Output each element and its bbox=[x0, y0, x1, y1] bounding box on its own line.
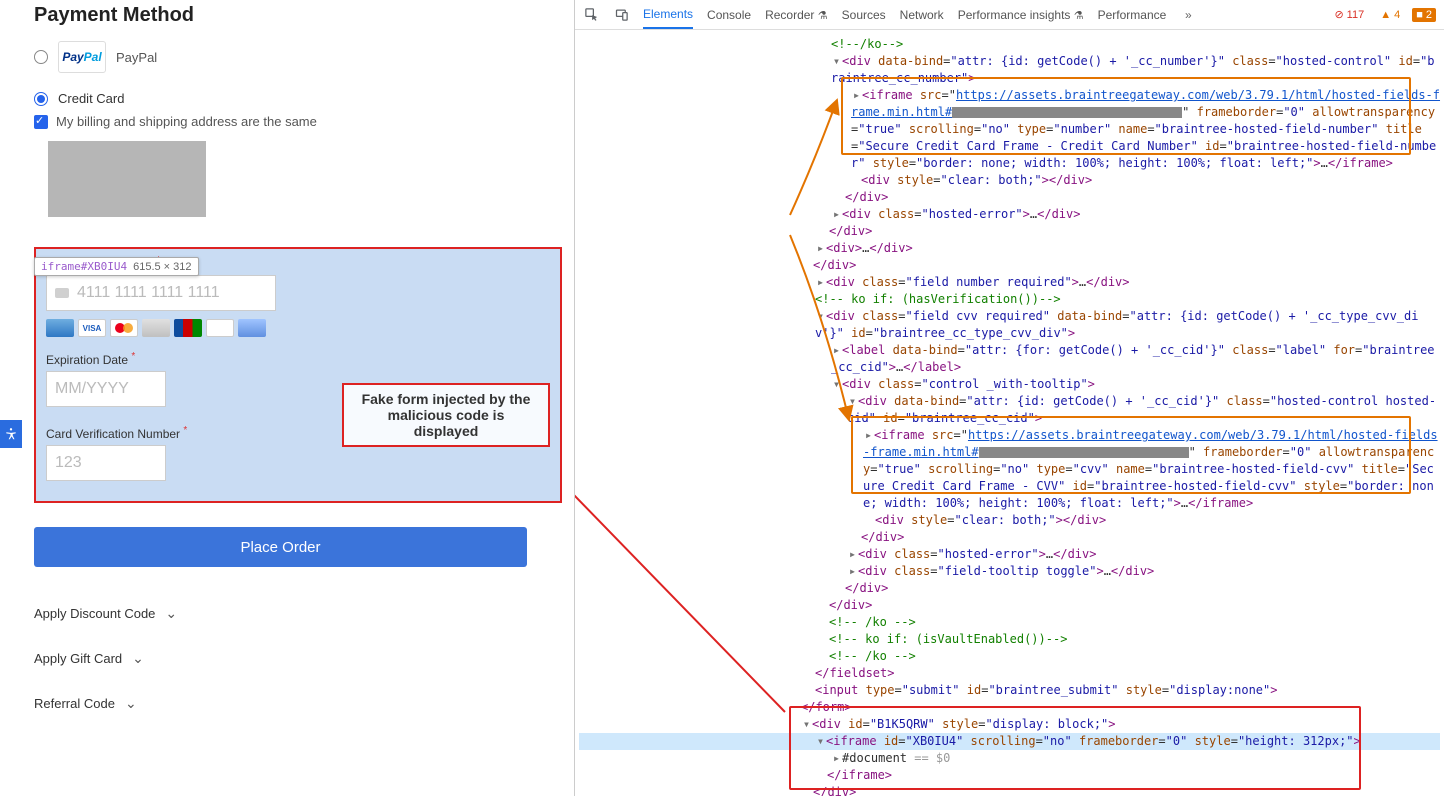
checkbox-checked-icon[interactable] bbox=[34, 115, 48, 129]
exp-placeholder: MM/YYYY bbox=[55, 380, 129, 398]
element-inspector-tooltip: iframe#XB0IU4 615.5 × 312 bbox=[34, 257, 199, 276]
dom-node[interactable]: <div style="clear: both;"></div> bbox=[875, 513, 1106, 527]
dom-close: </fieldset> bbox=[815, 666, 894, 680]
cvv-input[interactable]: 123 bbox=[46, 445, 166, 481]
discover-icon bbox=[142, 319, 170, 337]
tab-network[interactable]: Network bbox=[900, 2, 944, 28]
tab-elements[interactable]: Elements bbox=[643, 1, 693, 29]
cc-number-placeholder: 4111 1111 1111 1111 bbox=[77, 284, 220, 302]
dom-close: </div> bbox=[829, 224, 872, 238]
paypal-option[interactable]: PayPal PayPal bbox=[34, 41, 562, 73]
place-order-button[interactable]: Place Order bbox=[34, 527, 527, 567]
exp-input[interactable]: MM/YYYY bbox=[46, 371, 166, 407]
tooltip-selector: iframe#XB0IU4 bbox=[41, 260, 127, 273]
referral-toggle[interactable]: Referral Code ⌄ bbox=[34, 681, 562, 726]
fake-form-note: Fake form injected by the malicious code… bbox=[342, 383, 550, 447]
dom-close: </div> bbox=[845, 190, 888, 204]
chevron-down-icon: ⌄ bbox=[132, 650, 144, 667]
devtools-panel: Elements Console Recorder ⚗ Sources Netw… bbox=[575, 0, 1444, 796]
card-brand-icons: VISA bbox=[46, 319, 550, 337]
dom-comment: <!-- ko if: (hasVerification())--> bbox=[815, 292, 1061, 306]
dom-node[interactable]: <input type="submit" id="braintree_submi… bbox=[815, 683, 1277, 697]
devtools-issue-counts[interactable]: ⊘ 117 ▲ 4 ■ 2 bbox=[1330, 7, 1436, 22]
dom-node[interactable]: <div class="hosted-error">…</div> bbox=[858, 547, 1096, 561]
dom-comment: <!-- /ko --> bbox=[829, 649, 916, 663]
dom-tree[interactable]: <!--/ko--> ▾<div data-bind="attr: {id: g… bbox=[575, 30, 1444, 796]
expand-arrow-icon[interactable]: ▸ bbox=[847, 563, 858, 580]
address-redacted-block bbox=[48, 141, 206, 217]
card-chip-icon bbox=[55, 288, 69, 298]
chevron-down-icon: ⌄ bbox=[165, 605, 177, 622]
tab-perf-insights[interactable]: Performance insights ⚗ bbox=[958, 2, 1084, 28]
jcb-icon bbox=[174, 319, 202, 337]
referral-label: Referral Code bbox=[34, 696, 115, 711]
credit-card-option[interactable]: Credit Card bbox=[34, 91, 562, 106]
orange-highlight-box bbox=[851, 416, 1411, 494]
dom-node[interactable]: <div class="field number required">…</di… bbox=[826, 275, 1130, 289]
tab-console[interactable]: Console bbox=[707, 2, 751, 28]
dom-node[interactable]: <div class="control _with-tooltip"> bbox=[842, 377, 1095, 391]
generic-card-icon bbox=[238, 319, 266, 337]
diners-icon bbox=[206, 319, 234, 337]
tab-performance[interactable]: Performance bbox=[1098, 2, 1167, 28]
inspect-element-icon[interactable] bbox=[583, 7, 599, 23]
exp-label: Expiration Date * bbox=[46, 351, 550, 367]
orange-highlight-box bbox=[841, 77, 1411, 155]
error-count[interactable]: ⊘ 117 bbox=[1330, 7, 1368, 22]
device-toggle-icon[interactable] bbox=[613, 7, 629, 23]
cc-number-input[interactable]: 4111 1111 1111 1111 bbox=[46, 275, 276, 311]
mastercard-icon bbox=[110, 319, 138, 337]
dom-node[interactable]: <div class="hosted-error">…</div> bbox=[842, 207, 1080, 221]
billing-same-label: My billing and shipping address are the … bbox=[56, 114, 317, 129]
fake-form-highlight: Credit Card Number * 4111 1111 1111 1111… bbox=[34, 247, 562, 503]
dom-comment: <!-- /ko --> bbox=[829, 615, 916, 629]
dom-node[interactable]: <div>…</div> bbox=[826, 241, 913, 255]
tooltip-dimensions: 615.5 × 312 bbox=[133, 261, 191, 273]
paypal-logo: PayPal bbox=[58, 41, 106, 73]
dom-node[interactable]: <div class="field-tooltip toggle">…</div… bbox=[858, 564, 1154, 578]
expand-arrow-icon[interactable]: ▸ bbox=[815, 274, 826, 291]
page-title: Payment Method bbox=[34, 4, 562, 27]
giftcard-toggle[interactable]: Apply Gift Card ⌄ bbox=[34, 636, 562, 681]
dom-close: </div> bbox=[845, 581, 888, 595]
tab-recorder[interactable]: Recorder ⚗ bbox=[765, 2, 828, 28]
red-highlight-box bbox=[789, 706, 1361, 790]
billing-same-row[interactable]: My billing and shipping address are the … bbox=[34, 114, 562, 129]
dom-close: </div> bbox=[861, 530, 904, 544]
collapse-arrow-icon[interactable]: ▾ bbox=[847, 393, 858, 410]
visa-icon: VISA bbox=[78, 319, 106, 337]
dom-close: </div> bbox=[829, 598, 872, 612]
dom-comment: <!--/ko--> bbox=[831, 37, 903, 51]
dom-node[interactable]: <label data-bind="attr: {for: getCode() … bbox=[831, 343, 1435, 374]
dom-node[interactable]: <div class="field cvv required" data-bin… bbox=[815, 309, 1418, 340]
discount-label: Apply Discount Code bbox=[34, 606, 155, 621]
discount-toggle[interactable]: Apply Discount Code ⌄ bbox=[34, 591, 562, 636]
issue-count[interactable]: ■ 2 bbox=[1412, 8, 1436, 22]
dom-node[interactable]: <div style="clear: both;"></div> bbox=[861, 173, 1092, 187]
radio-unchecked-icon[interactable] bbox=[34, 50, 48, 64]
giftcard-label: Apply Gift Card bbox=[34, 651, 122, 666]
tab-sources[interactable]: Sources bbox=[842, 2, 886, 28]
accessibility-icon[interactable] bbox=[0, 420, 22, 448]
cvv-placeholder: 123 bbox=[55, 454, 82, 472]
paypal-label: PayPal bbox=[116, 50, 157, 65]
collapse-arrow-icon[interactable]: ▾ bbox=[831, 376, 842, 393]
expand-arrow-icon[interactable]: ▸ bbox=[847, 546, 858, 563]
collapse-arrow-icon[interactable]: ▾ bbox=[831, 53, 842, 70]
more-tabs-icon[interactable]: » bbox=[1180, 7, 1196, 23]
devtools-toolbar: Elements Console Recorder ⚗ Sources Netw… bbox=[575, 0, 1444, 30]
chevron-down-icon: ⌄ bbox=[125, 695, 137, 712]
expand-arrow-icon[interactable]: ▸ bbox=[831, 342, 842, 359]
dom-close: </div> bbox=[813, 258, 856, 272]
expand-arrow-icon[interactable]: ▸ bbox=[831, 206, 842, 223]
expand-arrow-icon[interactable]: ▸ bbox=[815, 240, 826, 257]
radio-checked-icon[interactable] bbox=[34, 92, 48, 106]
warning-count[interactable]: ▲ 4 bbox=[1376, 8, 1404, 22]
amex-icon bbox=[46, 319, 74, 337]
payment-panel: Payment Method PayPal PayPal Credit Card… bbox=[0, 0, 575, 796]
dom-comment: <!-- ko if: (isVaultEnabled())--> bbox=[829, 632, 1067, 646]
collapse-arrow-icon[interactable]: ▾ bbox=[815, 308, 826, 325]
credit-card-label: Credit Card bbox=[58, 91, 124, 106]
